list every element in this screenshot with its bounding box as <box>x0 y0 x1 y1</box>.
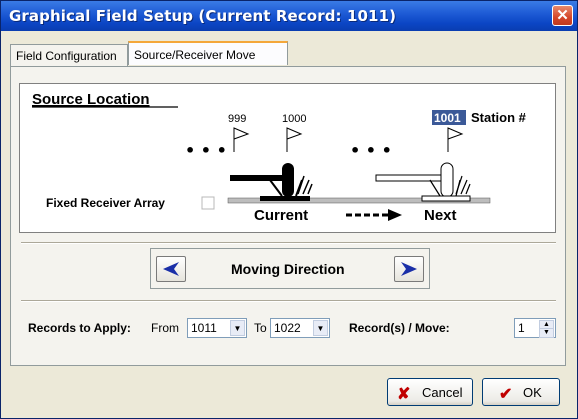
ok-label: OK <box>523 385 542 400</box>
window-title: Graphical Field Setup (Current Record: 1… <box>9 7 397 25</box>
spin-down-icon[interactable]: ▼ <box>539 328 554 338</box>
move-left-button[interactable] <box>156 256 186 282</box>
next-label: Next <box>424 207 457 224</box>
dialog-window: Graphical Field Setup (Current Record: 1… <box>0 0 578 419</box>
flag-icon <box>286 127 303 152</box>
ellipsis-left: • • • <box>185 141 227 160</box>
close-icon: ✘ <box>397 386 411 403</box>
records-per-move-label: Record(s) / Move: <box>349 321 450 335</box>
from-record-value: 1011 <box>191 321 217 335</box>
current-source-icon <box>230 163 313 201</box>
move-right-button[interactable] <box>394 256 424 282</box>
records-per-move-stepper[interactable]: 1 ▲ ▼ <box>514 318 556 338</box>
flag-label-1000: 1000 <box>282 113 306 125</box>
close-button[interactable]: ✕ <box>552 5 573 26</box>
moving-direction-group: Moving Direction <box>150 248 430 289</box>
fixed-receiver-label: Fixed Receiver Array <box>46 196 165 210</box>
move-arrow-icon <box>346 209 402 221</box>
from-label: From <box>151 321 179 335</box>
title-bar[interactable]: Graphical Field Setup (Current Record: 1… <box>1 1 577 31</box>
to-record-value: 1022 <box>274 321 301 335</box>
to-label: To <box>254 321 267 335</box>
divider <box>21 300 556 302</box>
cancel-button[interactable]: ✘ Cancel <box>387 378 473 406</box>
tab-label: Field Configuration <box>16 49 117 63</box>
to-record-select[interactable]: 1022 ▼ <box>270 318 330 338</box>
ellipsis-right: • • • <box>350 141 392 160</box>
close-icon: ✕ <box>556 7 569 24</box>
tab-label: Source/Receiver Move <box>134 48 256 62</box>
flag-label-1001: 1001 <box>434 111 461 125</box>
flag-icon <box>233 127 250 152</box>
records-to-apply-label: Records to Apply: <box>28 321 131 335</box>
divider <box>21 242 556 244</box>
cancel-label: Cancel <box>422 385 463 400</box>
diagram-canvas: Source Location 999 1000 1001 Station # … <box>32 91 527 224</box>
from-record-select[interactable]: 1011 ▼ <box>187 318 247 338</box>
flag-icon <box>447 127 464 152</box>
flag-label-999: 999 <box>228 113 246 125</box>
fixed-receiver-checkbox[interactable] <box>201 196 215 210</box>
left-arrow-icon <box>163 262 179 276</box>
records-per-move-value: 1 <box>518 321 525 335</box>
current-label: Current <box>254 207 308 224</box>
tab-field-configuration[interactable]: Field Configuration <box>10 44 128 66</box>
chevron-down-icon[interactable]: ▼ <box>313 320 328 336</box>
tab-source-receiver-move[interactable]: Source/Receiver Move <box>128 41 288 65</box>
right-arrow-icon <box>401 262 417 276</box>
source-location-diagram: Source Location 999 1000 1001 Station # … <box>19 83 556 233</box>
chevron-down-icon[interactable]: ▼ <box>230 320 245 336</box>
diagram-heading: Source Location <box>32 91 150 108</box>
check-icon: ✔ <box>499 386 513 403</box>
moving-direction-label: Moving Direction <box>231 261 345 277</box>
ok-button[interactable]: ✔ OK <box>482 378 560 406</box>
station-number-label: Station # <box>471 110 527 125</box>
next-source-icon <box>375 162 471 202</box>
